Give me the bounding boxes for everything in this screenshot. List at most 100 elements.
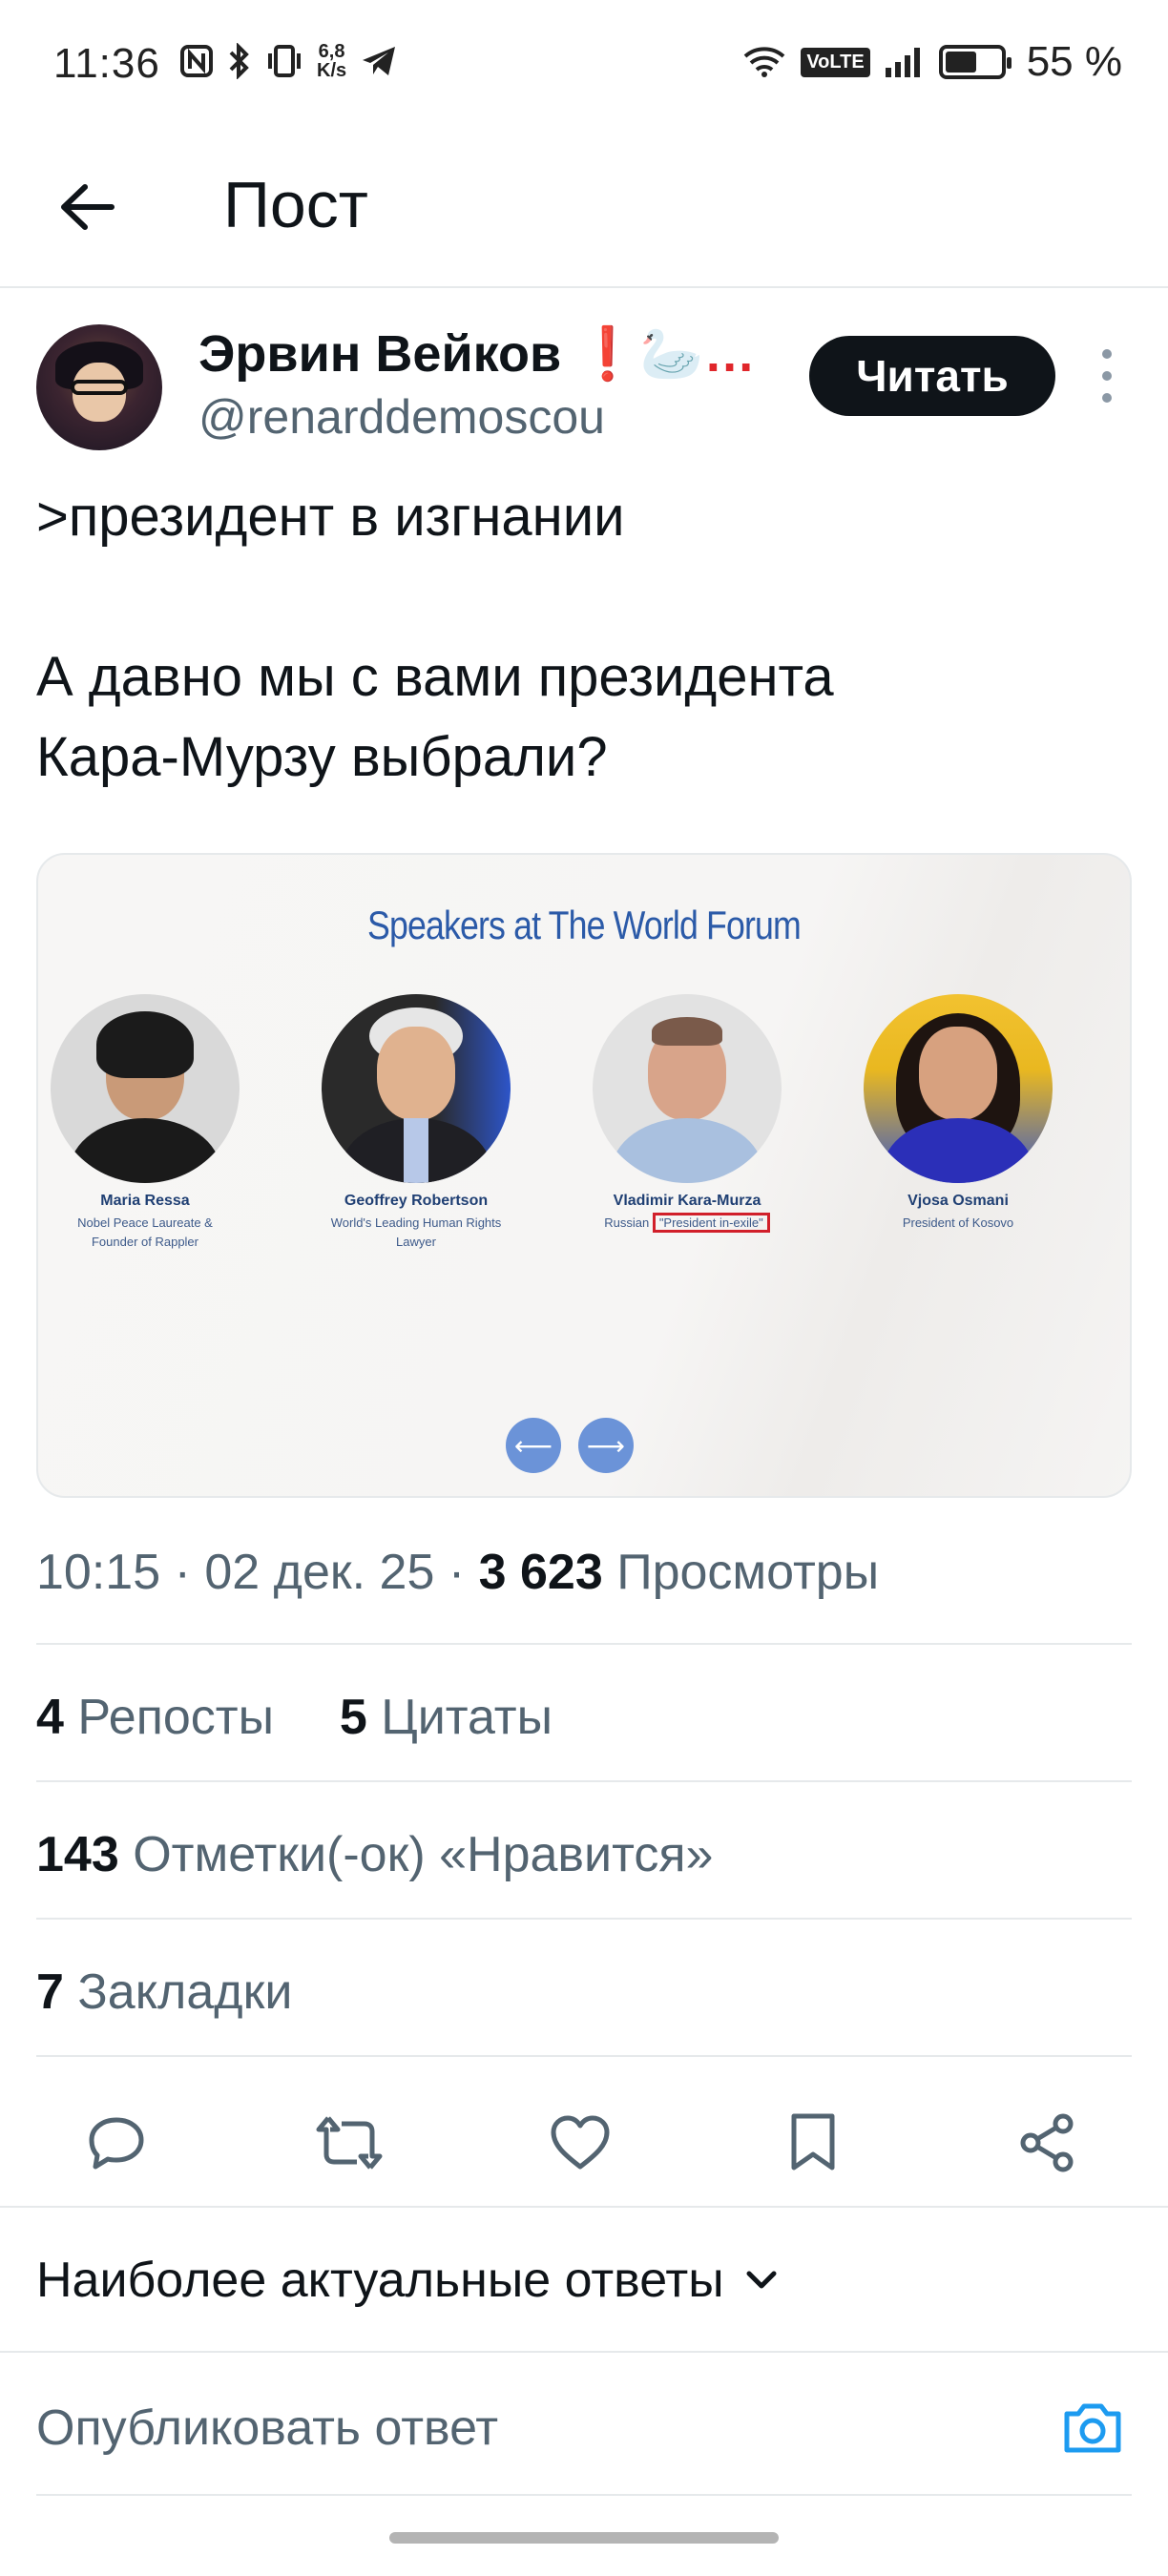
speaker-name: Geoffrey Robertson (344, 1193, 489, 1209)
reply-button[interactable] (78, 2105, 155, 2181)
reposts-count: 4 (36, 1690, 64, 1745)
follow-button[interactable]: Читать (809, 336, 1055, 416)
replies-sort-dropdown[interactable]: Наиболее актуальные ответы (36, 2252, 778, 2309)
speaker-body (612, 1118, 762, 1183)
tweet-action-bar (36, 2095, 1132, 2191)
speaker-photo (51, 994, 240, 1183)
share-icon (1020, 2113, 1074, 2172)
author-name[interactable]: Эрвин Вейков ❗🦢… (198, 324, 756, 384)
speaker-hair (652, 1017, 722, 1046)
views-count: 3 623 (478, 1545, 603, 1600)
views-label: Просмотры (616, 1545, 880, 1600)
speaker-role-line: Lawyer (396, 1235, 436, 1249)
speaker-card: Vjosa Osmani President of Kosovo (834, 994, 1082, 1233)
speed-value: 6,8 (318, 41, 345, 62)
battery-percent: 55 % (1026, 38, 1122, 85)
speaker-photo (864, 994, 1053, 1183)
reply-icon (89, 2117, 144, 2170)
volte-badge: VoLTE (801, 47, 870, 77)
reply-input[interactable]: Опубликовать ответ (36, 2399, 498, 2457)
tweet-line: >президент в изгнании (36, 486, 625, 548)
quotes-count: 5 (339, 1690, 367, 1745)
bookmarks-label: Закладки (77, 1964, 293, 2020)
speaker-photo (593, 994, 782, 1183)
speaker-role-line: World's Leading Human Rights (330, 1215, 502, 1230)
avatar-glasses (71, 380, 128, 395)
tweet-time: 10:15 (36, 1545, 161, 1600)
reposts-label: Репосты (77, 1690, 274, 1745)
likes-label: Отметки(-ок) «Нравится» (133, 1827, 714, 1882)
vibrate-icon (268, 45, 301, 77)
meta-separator: · (448, 1545, 479, 1600)
signal-icon (885, 48, 920, 77)
divider (36, 2055, 1132, 2057)
chevron-down-icon (746, 2271, 777, 2289)
bookmark-icon (791, 2113, 835, 2171)
camera-button[interactable] (1061, 2397, 1124, 2460)
more-options-icon[interactable] (1095, 349, 1118, 403)
share-button[interactable] (1010, 2105, 1086, 2181)
camera-icon (1064, 2403, 1121, 2453)
highlighted-role: "President in-exile" (652, 1213, 770, 1233)
reposts-quotes-row: 4 Репосты 5 Цитаты (36, 1689, 553, 1746)
arrow-left-icon (61, 184, 115, 230)
bookmark-button[interactable] (775, 2105, 851, 2181)
divider (36, 1918, 1132, 1920)
speed-unit: K/s (317, 60, 347, 81)
quotes-stat[interactable]: 5 Цитаты (340, 1690, 553, 1745)
tweet-media-image[interactable]: Speakers at The World Forum Maria Ressa … (36, 853, 1132, 1498)
speaker-role-line: Founder of Rappler (91, 1235, 198, 1249)
reposts-stat[interactable]: 4 Репосты (36, 1690, 274, 1745)
avatar[interactable] (36, 324, 162, 450)
speaker-card: Vladimir Kara-Murza Russian "President i… (563, 994, 811, 1233)
page-title: Пост (223, 169, 368, 241)
network-speed: 6,8 K/s (317, 42, 346, 80)
speaker-photo (322, 994, 511, 1183)
divider (0, 2351, 1168, 2353)
tweet-line: А давно мы с вами президента (36, 646, 834, 708)
nfc-icon (180, 45, 213, 77)
divider (36, 1780, 1132, 1782)
speaker-role-line: President of Kosovo (902, 1215, 1014, 1230)
tweet-meta: 10:15 · 02 дек. 25 · 3 623 Просмотры (36, 1544, 879, 1601)
speaker-card: Geoffrey Robertson World's Leading Human… (292, 994, 540, 1252)
speaker-role: President of Kosovo (834, 1214, 1082, 1233)
carousel-next-arrow: ⟶ (578, 1418, 634, 1473)
home-indicator[interactable] (389, 2532, 779, 2544)
author-handle[interactable]: @renarddemoscou (198, 389, 605, 445)
speaker-name: Vladimir Kara-Murza (613, 1193, 761, 1209)
repost-icon (316, 2116, 383, 2170)
divider (36, 1643, 1132, 1645)
status-bar: 11:36 6,8 K/s VoLTE 55 % (0, 0, 1168, 134)
tweet-text: >президент в изгнании А давно мы с вами … (36, 477, 1124, 798)
likes-stat[interactable]: 143 Отметки(-ок) «Нравится» (36, 1826, 713, 1883)
author-display-name: Эрвин Вейков (198, 325, 562, 383)
speaker-card: Maria Ressa Nobel Peace Laureate & Found… (38, 994, 269, 1252)
author-name-emoji: ❗🦢… (575, 325, 756, 383)
meta-separator: · (174, 1545, 205, 1600)
speaker-head (919, 1027, 997, 1120)
status-right-icons: VoLTE 55 % (741, 38, 1122, 86)
speaker-head (377, 1027, 455, 1120)
status-left-icons: 6,8 K/s (179, 42, 398, 80)
media-title: Speakers at The World Forum (367, 903, 802, 947)
telegram-icon (363, 47, 396, 75)
heart-icon (551, 2115, 610, 2170)
bookmarks-stat[interactable]: 7 Закладки (36, 1963, 292, 2021)
speaker-role-prefix: Russian (604, 1215, 653, 1230)
speaker-name: Vjosa Osmani (907, 1193, 1009, 1209)
carousel-prev-arrow: ⟵ (506, 1418, 561, 1473)
speaker-hair (96, 1011, 194, 1078)
speaker-body (70, 1118, 220, 1183)
like-button[interactable] (542, 2105, 618, 2181)
speaker-role: World's Leading Human Rights Lawyer (292, 1214, 540, 1252)
back-button[interactable] (53, 174, 120, 240)
repost-button[interactable] (311, 2105, 387, 2181)
quotes-label: Цитаты (381, 1690, 553, 1745)
top-app-bar: Пост (0, 134, 1168, 288)
divider (0, 2206, 1168, 2208)
status-time: 11:36 (53, 40, 160, 87)
speaker-name: Maria Ressa (100, 1193, 190, 1209)
bookmarks-count: 7 (36, 1964, 64, 2020)
speaker-role: Russian "President in-exile" (563, 1213, 811, 1233)
